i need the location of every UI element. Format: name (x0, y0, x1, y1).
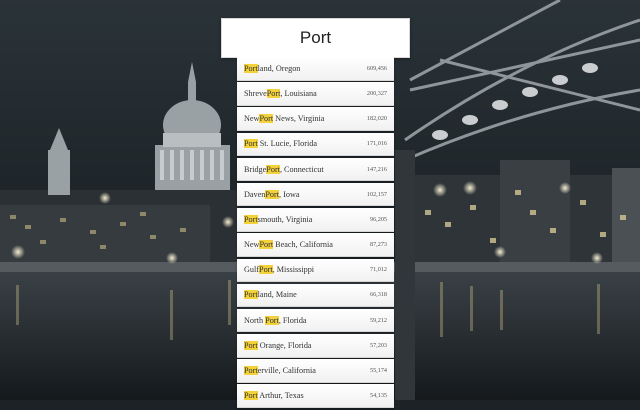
match-highlight: Port (244, 214, 258, 224)
match-highlight: Port (259, 265, 273, 275)
city-name-suffix: Arthur, Texas (257, 391, 304, 401)
city-name-prefix: New (244, 240, 260, 250)
suggestion-item[interactable]: ShrevePort, Louisiana 200,327 (237, 82, 394, 106)
city-name-prefix: Shreve (244, 88, 267, 98)
suggestion-population: 182,020 (366, 115, 387, 123)
city-name-suffix: Orange, Florida (257, 340, 312, 350)
suggestion-city-name: Portland, Maine (244, 290, 297, 300)
suggestions-list: Portland, Oregon 609,456 ShrevePort, Louis… (237, 57, 394, 410)
suggestion-city-name: ShrevePort, Louisiana (244, 88, 317, 98)
match-highlight: Port (244, 340, 258, 350)
match-highlight: Port (266, 88, 281, 98)
suggestion-item[interactable]: BridgePort, Connecticut 147,216 (237, 157, 394, 182)
suggestion-population: 147,216 (366, 165, 387, 173)
suggestion-city-name: Port Orange, Florida (244, 340, 312, 350)
suggestion-city-name: Port St. Lucie, Florida (244, 139, 318, 149)
suggestion-population: 171,016 (366, 140, 387, 148)
suggestion-population: 96,205 (369, 215, 387, 223)
suggestion-population: 609,456 (366, 64, 387, 72)
suggestion-population: 102,157 (366, 190, 387, 198)
suggestion-population: 57,203 (369, 341, 387, 349)
match-highlight: Port (265, 315, 279, 325)
suggestion-city-name: NewPort Beach, California (244, 240, 333, 250)
city-name-suffix: , Connecticut (279, 164, 324, 174)
suggestion-city-name: BridgePort, Connecticut (244, 164, 324, 174)
suggestion-item[interactable]: NewPort News, Virginia 182,020 (237, 107, 394, 131)
match-highlight: Port (259, 240, 274, 250)
suggestion-population: 87,273 (369, 241, 387, 249)
city-name-suffix: land, Oregon (257, 63, 301, 73)
suggestion-population: 200,327 (366, 89, 387, 97)
suggestion-item[interactable]: North Port, Florida 59,212 (237, 308, 394, 333)
city-name-suffix: , Mississippi (272, 265, 315, 275)
match-highlight: Port (244, 139, 258, 149)
suggestion-city-name: Portland, Oregon (244, 63, 301, 73)
suggestion-city-name: Porterville, California (244, 366, 316, 375)
suggestion-item[interactable]: NewPort Beach, California 87,273 (237, 233, 394, 257)
suggestion-population: 54,135 (369, 392, 387, 400)
search-box[interactable] (221, 18, 410, 58)
city-name-prefix: North (244, 315, 266, 325)
suggestion-city-name: DavenPort, Iowa (244, 189, 300, 199)
match-highlight: Port (266, 164, 280, 174)
city-name-suffix: smouth, Virginia (257, 214, 313, 224)
city-name-prefix: Bridge (244, 164, 267, 174)
match-highlight: Port (244, 391, 258, 401)
suggestion-population: 55,174 (369, 367, 387, 374)
suggestion-item[interactable]: Portland, Oregon 609,456 (237, 57, 394, 81)
suggestion-population: 59,212 (369, 316, 387, 324)
suggestion-city-name: NewPort News, Virginia (244, 114, 325, 124)
suggestion-city-name: Port Arthur, Texas (244, 391, 304, 401)
city-name-prefix: Gulf (244, 265, 260, 275)
match-highlight: Port (244, 366, 258, 375)
city-name-suffix: erville, California (257, 366, 316, 375)
city-name-suffix: Beach, California (273, 240, 333, 250)
match-highlight: Port (244, 63, 258, 73)
suggestion-population: 71,012 (369, 266, 387, 274)
suggestion-item[interactable]: Port St. Lucie, Florida 171,016 (237, 132, 394, 157)
suggestion-item[interactable]: GulfPort, Mississippi 71,012 (237, 258, 394, 282)
city-name-suffix: News, Virginia (273, 114, 325, 124)
city-name-suffix: , Florida (278, 315, 307, 325)
city-name-prefix: Daven (244, 189, 266, 199)
suggestion-city-name: GulfPort, Mississippi (244, 265, 315, 275)
suggestion-item[interactable]: Portland, Maine 66,318 (237, 283, 394, 308)
city-name-prefix: New (244, 114, 260, 124)
suggestion-item[interactable]: Porterville, California 55,174 (237, 359, 394, 383)
match-highlight: Port (265, 189, 280, 199)
city-name-suffix: land, Maine (257, 290, 297, 300)
city-name-suffix: , Iowa (279, 189, 300, 199)
search-input[interactable] (222, 19, 409, 57)
suggestion-item[interactable]: Port Orange, Florida 57,203 (237, 334, 394, 358)
city-name-suffix: St. Lucie, Florida (257, 139, 318, 149)
city-name-suffix: , Louisiana (280, 88, 317, 98)
suggestion-city-name: North Port, Florida (244, 315, 307, 325)
suggestion-item[interactable]: DavenPort, Iowa 102,157 (237, 182, 394, 207)
suggestion-item[interactable]: Port Arthur, Texas 54,135 (237, 384, 394, 408)
suggestion-city-name: Portsmouth, Virginia (244, 214, 313, 224)
match-highlight: Port (244, 290, 258, 300)
match-highlight: Port (259, 114, 274, 124)
suggestion-population: 66,318 (369, 291, 387, 299)
suggestion-item[interactable]: Portsmouth, Virginia 96,205 (237, 208, 394, 232)
